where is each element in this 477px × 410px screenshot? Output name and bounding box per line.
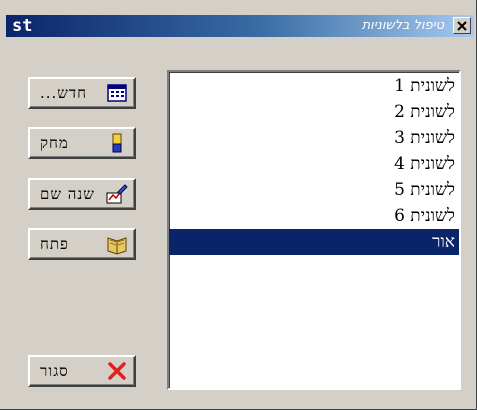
open-button-label: פתח xyxy=(40,234,69,253)
open-book-icon xyxy=(107,237,127,255)
tabs-listbox[interactable]: לשונית 1 לשונית 2 לשונית 3 לשונית 4 לשונית 5… xyxy=(167,70,461,390)
list-item[interactable]: לשונית 1 xyxy=(169,73,459,99)
list-item[interactable]: לשונית 6 xyxy=(169,203,459,229)
calendar-icon xyxy=(107,84,127,102)
close-button[interactable]: סגור xyxy=(28,355,136,387)
rename-button[interactable]: שנה שם xyxy=(28,178,136,210)
rename-button-label: שנה שם xyxy=(40,184,95,203)
list-item[interactable]: לשונית 3 xyxy=(169,125,459,151)
title-close-button[interactable] xyxy=(453,17,471,34)
new-button-label: חדש... xyxy=(40,83,88,102)
close-icon xyxy=(457,20,467,31)
tabs-list-items: לשונית 1 לשונית 2 לשונית 3 לשונית 4 לשונית 5… xyxy=(169,72,459,255)
title-bar[interactable]: st טיפול בלשוניות xyxy=(6,15,474,37)
list-item[interactable]: אור xyxy=(169,229,459,255)
rename-pen-icon xyxy=(106,184,128,204)
list-item[interactable]: לשונית 5 xyxy=(169,177,459,203)
eraser-icon xyxy=(112,133,122,153)
new-button[interactable]: חדש... xyxy=(28,77,136,109)
delete-button[interactable]: מחק xyxy=(28,127,136,159)
list-item[interactable]: לשונית 2 xyxy=(169,99,459,125)
delete-button-label: מחק xyxy=(40,133,69,152)
red-x-icon xyxy=(108,362,126,380)
open-button[interactable]: פתח xyxy=(28,228,136,260)
list-item[interactable]: לשונית 4 xyxy=(169,151,459,177)
app-label: st xyxy=(12,16,33,36)
close-button-label: סגור xyxy=(40,361,69,380)
tab-manager-dialog: st טיפול בלשוניות חדש... מחק שנה שם פתח … xyxy=(0,0,477,410)
window-title: טיפול בלשוניות xyxy=(361,18,444,33)
